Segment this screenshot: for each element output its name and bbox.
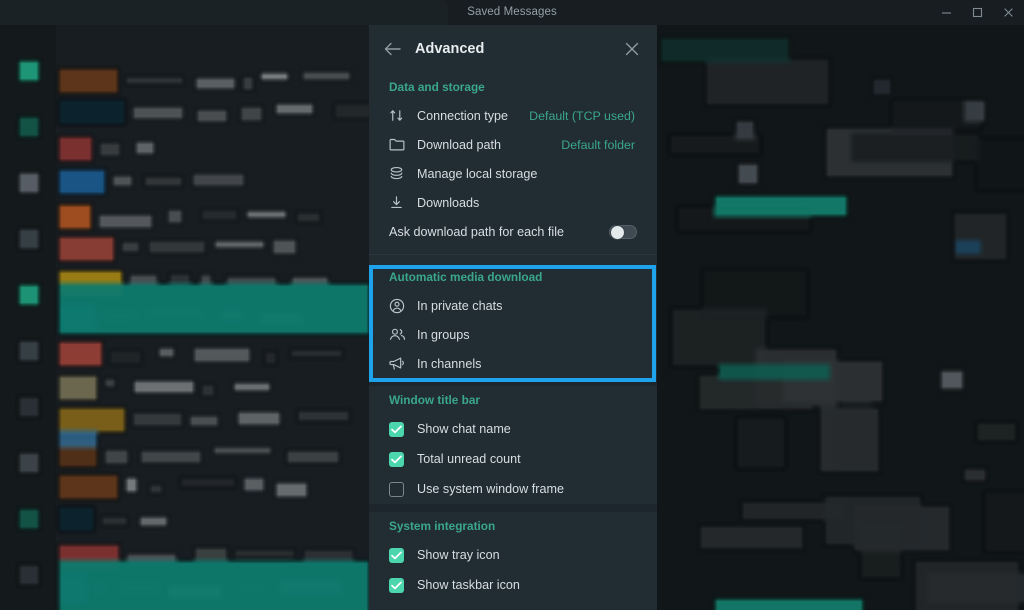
close-icon[interactable] xyxy=(993,0,1024,25)
back-arrow-icon[interactable] xyxy=(379,36,405,62)
section-automatic-media-download: Automatic media download In private chats… xyxy=(369,263,657,378)
section-data-and-storage: Data and storage Connection type Default (… xyxy=(369,73,657,246)
section-divider xyxy=(369,254,657,255)
checkbox-label: Total unread count xyxy=(404,452,521,466)
settings-row[interactable]: Download path Default folder xyxy=(369,130,657,159)
section-title-data-and-storage: Data and storage xyxy=(369,73,657,101)
panel-header: Advanced xyxy=(369,25,657,73)
section-title-system-integration: System integration xyxy=(369,512,657,540)
settings-row-label: Connection type xyxy=(411,109,508,123)
settings-row-label: In channels xyxy=(411,357,481,371)
settings-row[interactable]: Downloads xyxy=(369,188,657,217)
settings-row[interactable]: In groups xyxy=(369,320,657,349)
checkbox-checked-icon[interactable] xyxy=(389,422,404,437)
checkbox-unchecked-icon[interactable] xyxy=(389,482,404,497)
settings-row-value[interactable]: Default (TCP used) xyxy=(529,109,635,123)
toggle-switch[interactable] xyxy=(609,225,637,239)
checkbox-row[interactable]: Show chat name xyxy=(369,414,657,444)
settings-row[interactable]: Manage local storage xyxy=(369,159,657,188)
maximize-icon[interactable] xyxy=(962,0,993,25)
section-title-automatic-media-download: Automatic media download xyxy=(369,263,657,291)
checkbox-row[interactable]: Use system window frame xyxy=(369,474,657,504)
window-title-bar: Saved Messages xyxy=(0,0,1024,25)
folder-icon xyxy=(389,137,411,152)
checkbox-checked-icon[interactable] xyxy=(389,452,404,467)
person-circle-icon xyxy=(389,298,411,314)
settings-row[interactable]: Ask download path for each file xyxy=(369,217,657,246)
section-title-window-title-bar: Window title bar xyxy=(369,386,657,414)
settings-row-label: Manage local storage xyxy=(411,167,537,181)
toggle-knob xyxy=(610,225,625,240)
download-icon xyxy=(389,195,411,210)
settings-row-value[interactable]: Default folder xyxy=(561,138,635,152)
settings-row-label: Downloads xyxy=(411,196,479,210)
close-panel-icon[interactable] xyxy=(619,36,645,62)
group-icon xyxy=(389,327,411,342)
settings-sections[interactable]: Data and storage Connection type Default (… xyxy=(369,73,657,610)
section-divider xyxy=(369,378,657,386)
telegram-desktop-window: Saved Messages Advanced xyxy=(0,0,1024,610)
settings-row-label: In groups xyxy=(411,328,470,342)
checkbox-label: Show chat name xyxy=(404,422,511,436)
checkbox-label: Use system window frame xyxy=(404,482,564,496)
section-system-integration: System integration Show tray icon Show tas… xyxy=(369,512,657,600)
settings-row[interactable]: In channels xyxy=(369,349,657,378)
checkbox-label: Show taskbar icon xyxy=(404,578,520,592)
checkbox-checked-icon[interactable] xyxy=(389,548,404,563)
settings-row-label: In private chats xyxy=(411,299,502,313)
checkbox-row[interactable]: Show tray icon xyxy=(369,540,657,570)
checkbox-row[interactable]: Show taskbar icon xyxy=(369,570,657,600)
megaphone-icon xyxy=(389,356,411,371)
checkbox-label: Show tray icon xyxy=(404,548,500,562)
window-title: Saved Messages xyxy=(0,0,1024,25)
checkbox-row[interactable]: Total unread count xyxy=(369,444,657,474)
settings-row[interactable]: In private chats xyxy=(369,291,657,320)
settings-row-label: Ask download path for each file xyxy=(389,225,564,239)
settings-row-label: Download path xyxy=(411,138,501,152)
advanced-settings-panel: Advanced Data and storageConnection type… xyxy=(369,25,657,610)
minimize-icon[interactable] xyxy=(931,0,962,25)
section-divider xyxy=(369,504,657,512)
section-window-title-bar: Window title bar Show chat name Total unre… xyxy=(369,386,657,504)
settings-row[interactable]: Connection type Default (TCP used) xyxy=(369,101,657,130)
database-icon xyxy=(389,166,411,181)
connection-type-icon xyxy=(389,108,411,123)
panel-title: Advanced xyxy=(415,36,484,62)
checkbox-checked-icon[interactable] xyxy=(389,578,404,593)
window-controls xyxy=(931,0,1024,25)
